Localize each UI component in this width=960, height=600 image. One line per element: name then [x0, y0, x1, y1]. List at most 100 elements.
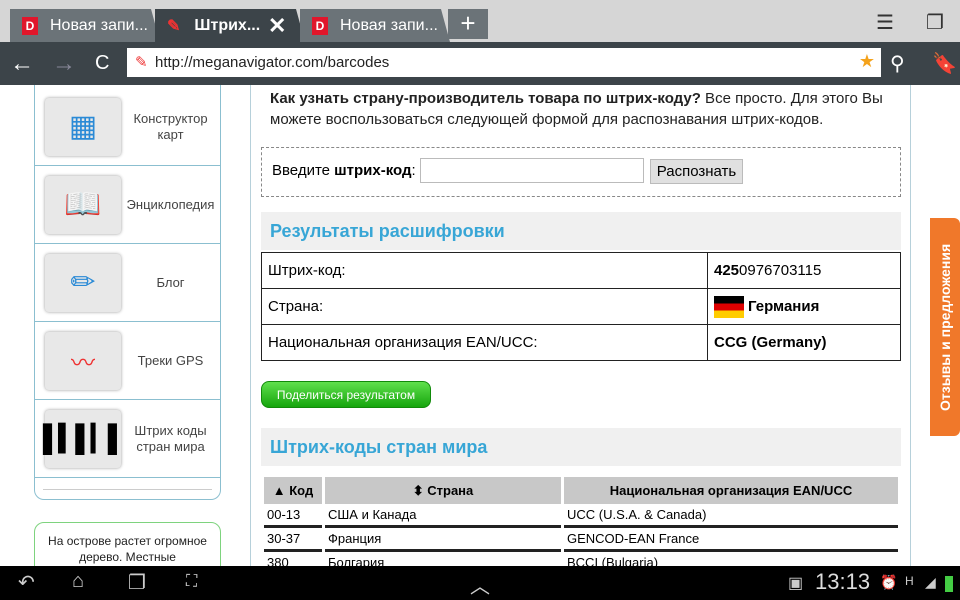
sidebar-item-gps-tracks[interactable]: 〰 Треки GPS [35, 322, 220, 400]
battery-icon [945, 576, 953, 592]
recent-apps-icon[interactable]: ❐ [128, 570, 146, 595]
code-cell: 00-13 [264, 504, 322, 528]
tab-bar: D Новая запи... ✎ Штрих... ✕ D Новая запи...… [0, 0, 960, 42]
main-content: Как узнать страну-производитель товара п… [250, 85, 911, 566]
results-table: Штрих-код: 4250976703115 Страна: Германия … [261, 252, 901, 361]
menu-icon[interactable]: ☰ [876, 10, 894, 35]
meganavigator-icon: ✎ [167, 17, 181, 35]
country-label: Страна: [261, 288, 708, 325]
header-label: Страна [427, 482, 474, 498]
web-page: ▦ Конструктор карт 📖 Энциклопедия ✏ Блог 〰 Т… [0, 85, 960, 566]
sort-country-header[interactable]: ⬍ Страна [325, 477, 561, 504]
home-icon[interactable]: ⌂ [72, 570, 84, 593]
sidebar-item-encyclopedia[interactable]: 📖 Энциклопедия [35, 166, 220, 244]
d-icon: D [22, 16, 38, 35]
sidebar-item-blog[interactable]: ✏ Блог [35, 244, 220, 322]
sort-code-header[interactable]: ▲ Код [264, 477, 322, 504]
org-label: Национальная организация EAN/UCC: [261, 324, 708, 361]
sidebar: ▦ Конструктор карт 📖 Энциклопедия ✏ Блог 〰 Т… [34, 85, 221, 500]
code-cell: 30-37 [264, 528, 322, 552]
divider [43, 489, 212, 490]
site-icon: ✎ [135, 54, 148, 71]
system-bar: ↶ ⌂ ❐ ⛶ ︿ ▣ 13:13 ⏰ H ◢ [0, 566, 960, 600]
url-text: http://meganavigator.com/barcodes [155, 54, 390, 71]
org-header: Национальная организация EAN/UCC [564, 477, 898, 504]
chevron-up-icon[interactable]: ︿ [470, 570, 490, 599]
sidebar-item-label: Треки GPS [137, 352, 204, 368]
signal-icon: ◢ [925, 574, 936, 590]
book-icon: 📖 [45, 175, 121, 234]
back-icon[interactable]: ↶ [18, 570, 35, 595]
lego-icon: ▦ [45, 97, 121, 156]
barcode-rest: 0976703115 [739, 262, 822, 279]
feedback-tab[interactable]: Отзывы и предложения [930, 218, 960, 436]
alarm-icon: ⏰ [880, 574, 898, 590]
country-cell: Болгария [325, 552, 561, 566]
pencil-icon: ✏ [45, 253, 121, 312]
intro-bold: Как узнать страну-производитель товара п… [270, 90, 701, 107]
org-name: CCG (Germany) [714, 334, 827, 351]
codes-title: Штрих-коды стран мира [261, 428, 901, 466]
d-icon: D [312, 16, 328, 35]
barcode-value: 4250976703115 [707, 252, 901, 289]
forward-icon[interactable]: → [52, 50, 76, 78]
screenshot-icon[interactable]: ⛶ [186, 573, 197, 591]
sidebar-item-label: Штрих коды стран мира [134, 422, 207, 454]
form-label-colon: : [411, 162, 416, 179]
germany-flag-icon [714, 295, 744, 318]
barcode-prefix: 425 [714, 262, 740, 279]
codes-table: ▲ Код ⬍ Страна Национальная организация … [261, 477, 901, 566]
share-button[interactable]: Поделиться результатом [261, 381, 431, 408]
recognize-button[interactable]: Распознать [649, 159, 744, 184]
tab-label: Новая запи... [50, 16, 148, 34]
table-header: ▲ Код ⬍ Страна Национальная организация … [264, 477, 898, 504]
results-title: Результаты расшифровки [261, 212, 901, 250]
barcode-form: Введите штрих-код: Распознать [261, 147, 901, 197]
back-icon[interactable]: ← [10, 50, 34, 78]
intro-text: Как узнать страну-производитель товара п… [270, 88, 900, 130]
barcode-icon: ▌▍▌▎▌ [43, 409, 126, 468]
sidebar-item-barcodes[interactable]: ▌▍▌▎▌ Штрих коды стран мира [35, 400, 220, 478]
table-row: 00-13 США и Канада UCC (U.S.A. & Canada) [264, 504, 898, 528]
close-icon[interactable]: ✕ [268, 13, 286, 39]
table-row: Национальная организация EAN/UCC: CCG (Ge… [261, 324, 901, 361]
tab-3[interactable]: D Новая запи... [300, 9, 450, 42]
search-icon[interactable]: ⚲ [890, 51, 905, 76]
sidebar-item-label: Конструктор карт [133, 110, 208, 142]
sidebar-item-label: Энциклопедия [126, 196, 215, 212]
tab-1[interactable]: D Новая запи... [10, 9, 160, 42]
track-icon: 〰 [45, 331, 121, 390]
new-tab-button[interactable]: + [448, 9, 488, 39]
tab-label: Штрих... [194, 16, 261, 34]
hspa-icon: H [905, 574, 914, 588]
address-bar: ← → C ✎ http://meganavigator.com/barcodes… [0, 42, 960, 85]
form-label: Введите [272, 162, 330, 179]
url-field[interactable]: ✎ http://meganavigator.com/barcodes ★ [127, 48, 881, 77]
notification-icon: ▣ [788, 575, 804, 592]
header-label: Код [289, 483, 314, 498]
country-name: Германия [748, 297, 820, 315]
country-cell: Франция [325, 528, 561, 552]
code-cell: 380 [264, 552, 322, 566]
sidebar-item-label: Блог [156, 274, 185, 290]
form-label-bold: штрих-код [334, 162, 412, 179]
org-cell: UCC (U.S.A. & Canada) [564, 504, 898, 528]
org-cell: GENCOD-EAN France [564, 528, 898, 552]
org-value: CCG (Germany) [707, 324, 901, 361]
country-cell: США и Канада [325, 504, 561, 528]
bookmarks-icon[interactable]: 🔖 [932, 51, 957, 76]
sidebar-item-map-builder[interactable]: ▦ Конструктор карт [35, 88, 220, 166]
clock: 13:13 [815, 569, 871, 594]
star-icon[interactable]: ★ [859, 51, 875, 72]
country-value: Германия [707, 288, 901, 325]
table-row: 380 Болгария BCCI (Bulgaria) [264, 552, 898, 566]
barcode-input[interactable] [419, 158, 644, 183]
fact-box: На острове растет огромное дерево. Местн… [34, 522, 221, 566]
reload-icon[interactable]: C [95, 52, 109, 75]
tab-2[interactable]: ✎ Штрих... ✕ [155, 9, 305, 42]
tab-label: Новая запи... [340, 16, 438, 34]
windows-icon[interactable]: ❐ [926, 10, 944, 35]
barcode-label: Штрих-код: [261, 252, 708, 289]
org-cell: BCCI (Bulgaria) [564, 552, 898, 566]
table-row: 30-37 Франция GENCOD-EAN France [264, 528, 898, 552]
